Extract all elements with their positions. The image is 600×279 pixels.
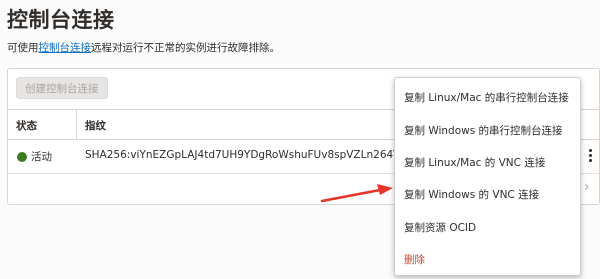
- column-divider: [76, 110, 77, 139]
- column-header-fingerprint: 指纹: [85, 120, 106, 132]
- menu-item-delete[interactable]: 删除: [404, 252, 425, 267]
- status-text: 活动: [31, 151, 52, 163]
- menu-item-copy-windows-serial[interactable]: 复制 Windows 的串行控制台连接: [404, 123, 563, 138]
- column-header-status: 状态: [16, 120, 37, 132]
- fingerprint-value: SHA256:viYnEZGpLAJ4td7UH9YDgRoWshuFUv8sp…: [85, 149, 401, 161]
- page-title: 控制台连接: [7, 8, 115, 32]
- description-suffix: 远程对运行不正常的实例进行故障排除。: [91, 42, 280, 54]
- chevron-right-icon[interactable]: ›: [584, 180, 592, 194]
- description-prefix: 可使用: [7, 42, 39, 54]
- row-actions-menu: 复制 Linux/Mac 的串行控制台连接 复制 Windows 的串行控制台连…: [394, 77, 581, 276]
- menu-item-copy-linux-serial[interactable]: 复制 Linux/Mac 的串行控制台连接: [404, 90, 569, 105]
- menu-item-copy-linux-vnc[interactable]: 复制 Linux/Mac 的 VNC 连接: [404, 155, 545, 170]
- arrow-icon: [320, 184, 393, 203]
- create-console-connection-button[interactable]: 创建控制台连接: [16, 77, 108, 99]
- console-connection-link[interactable]: 控制台连接: [39, 42, 92, 54]
- status-active-icon: [17, 152, 27, 162]
- menu-item-copy-ocid[interactable]: 复制资源 OCID: [404, 220, 476, 235]
- kebab-icon[interactable]: [583, 148, 597, 164]
- page-description: 可使用控制台连接远程对运行不正常的实例进行故障排除。: [7, 40, 280, 55]
- menu-item-copy-windows-vnc[interactable]: 复制 Windows 的 VNC 连接: [404, 187, 539, 202]
